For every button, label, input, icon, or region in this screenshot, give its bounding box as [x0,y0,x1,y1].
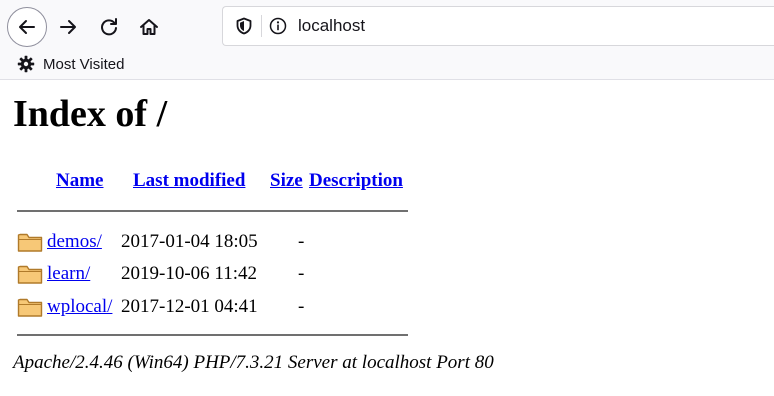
gear-icon [17,55,35,73]
navigation-toolbar: localhost [0,0,774,50]
shield-icon[interactable] [235,17,253,40]
forward-arrow-icon [60,20,76,34]
reload-icon [101,18,117,36]
bookmark-most-visited[interactable]: Most Visited [17,54,124,74]
table-row: learn/ 2019-10-06 11:42 - [17,260,417,290]
back-button[interactable] [7,7,47,47]
bookmark-label: Most Visited [43,55,125,73]
folder-icon [17,265,43,284]
file-size: - [298,263,305,284]
info-icon[interactable] [269,17,287,40]
table-row: demos/ 2017-01-04 18:05 - [17,228,417,258]
home-button[interactable] [130,8,168,46]
footer-divider [17,334,408,336]
page-content: Index of / Name Last modified Size Descr… [0,80,774,396]
reload-button[interactable] [90,8,128,46]
file-size: - [298,231,305,252]
column-header-description[interactable]: Description [309,170,403,192]
home-icon [140,19,158,35]
server-signature: Apache/2.4.46 (Win64) PHP/7.3.21 Server … [13,352,494,373]
last-modified: 2017-12-01 04:41 [121,296,258,317]
column-header-name[interactable]: Name [56,170,103,192]
folder-icon [17,233,43,252]
last-modified: 2019-10-06 11:42 [121,263,257,284]
column-header-last-modified[interactable]: Last modified [133,170,245,192]
file-link[interactable]: demos/ [47,231,102,253]
table-row: wplocal/ 2017-12-01 04:41 - [17,293,417,323]
column-header-size[interactable]: Size [270,170,303,192]
file-link[interactable]: learn/ [47,263,90,285]
page-title: Index of / [13,93,168,135]
header-divider [17,210,408,212]
url-text[interactable]: localhost [298,16,365,36]
folder-icon [17,298,43,317]
back-arrow-icon [19,20,35,34]
last-modified: 2017-01-04 18:05 [121,231,258,252]
file-link[interactable]: wplocal/ [47,296,112,318]
address-bar[interactable]: localhost [222,6,774,46]
url-separator [261,15,262,37]
file-size: - [298,296,305,317]
forward-button[interactable] [49,8,87,46]
